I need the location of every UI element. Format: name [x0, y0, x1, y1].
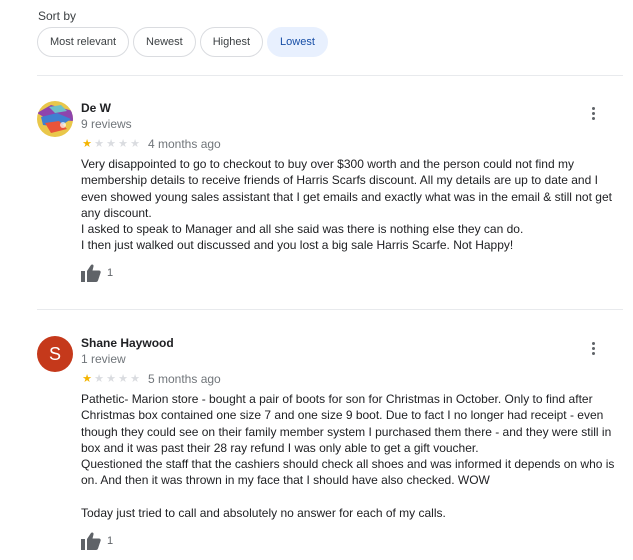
review-text: Very disappointed to go to checkout to b…: [81, 156, 625, 254]
star-icon: ★: [94, 138, 104, 150]
like-count: 1: [107, 267, 114, 279]
star-icon: ★: [94, 373, 104, 385]
star-icon: ★: [130, 138, 140, 150]
star-icon: ★: [106, 373, 116, 385]
avatar-image: [37, 101, 73, 137]
review-count: 1 review: [81, 352, 126, 366]
sort-lowest-chip[interactable]: Lowest: [267, 27, 328, 57]
like-button[interactable]: 1: [81, 264, 113, 282]
avatar[interactable]: S: [37, 336, 73, 372]
sort-highest-chip[interactable]: Highest: [199, 27, 264, 57]
sort-newest-chip[interactable]: Newest: [133, 27, 196, 57]
more-vert-icon[interactable]: [585, 105, 601, 125]
star-icon: ★: [106, 138, 116, 150]
star-icon: ★: [118, 138, 128, 150]
star-icon: ★: [82, 138, 92, 150]
avatar[interactable]: [37, 101, 73, 137]
reviewer-name[interactable]: Shane Haywood: [81, 336, 174, 350]
divider: [37, 309, 623, 310]
review-text: Pathetic- Marion store - bought a pair o…: [81, 391, 625, 521]
sort-most-relevant-chip[interactable]: Most relevant: [37, 27, 130, 57]
review-paragraph: Questioned the staff that the cashiers s…: [81, 457, 615, 488]
review-paragraph: Pathetic- Marion store - bought a pair o…: [81, 392, 612, 455]
sort-chips: Most relevant Newest Highest Lowest: [37, 27, 328, 57]
star-rating: ★ ★ ★ ★ ★: [81, 137, 141, 150]
like-button[interactable]: 1: [81, 532, 113, 550]
reviewer-name[interactable]: De W: [81, 101, 111, 115]
sort-label: Sort by: [38, 9, 77, 23]
like-count: 1: [107, 535, 114, 547]
review-date: 4 months ago: [148, 137, 221, 151]
divider: [37, 75, 623, 76]
star-icon: ★: [118, 373, 128, 385]
thumbs-up-icon: [81, 264, 101, 282]
star-icon: ★: [130, 373, 140, 385]
star-icon: ★: [82, 373, 92, 385]
thumbs-up-icon: [81, 532, 101, 550]
review-count: 9 reviews: [81, 117, 132, 131]
more-vert-icon[interactable]: [585, 340, 601, 360]
review-date: 5 months ago: [148, 372, 221, 386]
review-paragraph: Today just tried to call and absolutely …: [81, 505, 446, 520]
review-paragraph: [81, 489, 625, 505]
review-paragraph: Very disappointed to go to checkout to b…: [81, 157, 612, 220]
star-rating: ★ ★ ★ ★ ★: [81, 372, 141, 385]
review-paragraph: I then just walked out discussed and you…: [81, 238, 514, 253]
review-paragraph: I asked to speak to Manager and all she …: [81, 222, 524, 237]
